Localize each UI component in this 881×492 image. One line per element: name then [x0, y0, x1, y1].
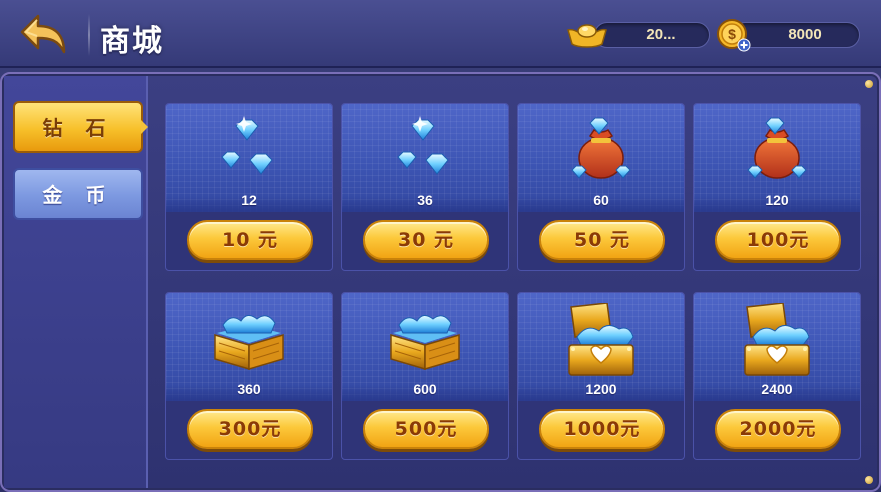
- product-quantity: 12: [241, 192, 257, 208]
- product-quantity: 60: [593, 192, 609, 208]
- diamond-bag-icon: [566, 114, 636, 189]
- active-tab-indicator: [141, 120, 148, 134]
- tab-diamond[interactable]: 钻 石: [13, 101, 143, 153]
- diamond-chest-icon: [561, 302, 641, 384]
- corner-rivet: [865, 80, 873, 88]
- product-card[interactable]: 600 500元: [341, 292, 509, 460]
- product-card[interactable]: 2400 2000元: [693, 292, 861, 460]
- category-sidebar: 钻 石 金 币: [4, 76, 148, 488]
- buy-price-button[interactable]: 100元: [715, 220, 841, 260]
- product-quantity: 36: [417, 192, 433, 208]
- tab-gold-coin[interactable]: 金 币: [13, 168, 143, 220]
- coin-balance: 8000: [732, 22, 860, 48]
- buy-price-button[interactable]: 2000元: [715, 409, 841, 449]
- corner-rivet: [865, 476, 873, 484]
- diamond-bag-icon: [742, 114, 812, 189]
- diamond-crate-icon: [209, 303, 289, 378]
- gold-ingot-balance: 20...: [594, 22, 710, 48]
- product-card[interactable]: 60 50 元: [517, 103, 685, 271]
- buy-price-button[interactable]: 30 元: [363, 220, 489, 260]
- buy-price-button[interactable]: 500元: [363, 409, 489, 449]
- add-coin-icon[interactable]: [737, 38, 751, 52]
- product-quantity: 1200: [585, 381, 617, 397]
- back-arrow-icon[interactable]: [18, 12, 72, 56]
- diamond-cluster-icon: [214, 114, 284, 189]
- buy-price-button[interactable]: 50 元: [539, 220, 665, 260]
- diamond-cluster-icon: [390, 114, 460, 189]
- product-quantity: 360: [237, 381, 261, 397]
- header-divider: [88, 14, 90, 56]
- back-button[interactable]: [18, 12, 72, 56]
- gold-ingot-icon: [567, 24, 607, 48]
- product-card[interactable]: 1200 1000元: [517, 292, 685, 460]
- svg-text:$: $: [728, 26, 736, 42]
- product-card[interactable]: 36 30 元: [341, 103, 509, 271]
- buy-price-button[interactable]: 1000元: [539, 409, 665, 449]
- buy-price-button[interactable]: 300元: [187, 409, 313, 449]
- diamond-chest-icon: [737, 302, 817, 384]
- product-card[interactable]: 120 100元: [693, 103, 861, 271]
- product-quantity: 120: [765, 192, 789, 208]
- page-title: 商城: [100, 24, 164, 59]
- product-card[interactable]: 360 300元: [165, 292, 333, 460]
- product-card[interactable]: 12 10 元: [165, 103, 333, 271]
- top-bar: 商城 20... 8000 $: [0, 0, 881, 68]
- diamond-crate-icon: [385, 303, 465, 378]
- product-quantity: 600: [413, 381, 437, 397]
- buy-price-button[interactable]: 10 元: [187, 220, 313, 260]
- product-quantity: 2400: [761, 381, 793, 397]
